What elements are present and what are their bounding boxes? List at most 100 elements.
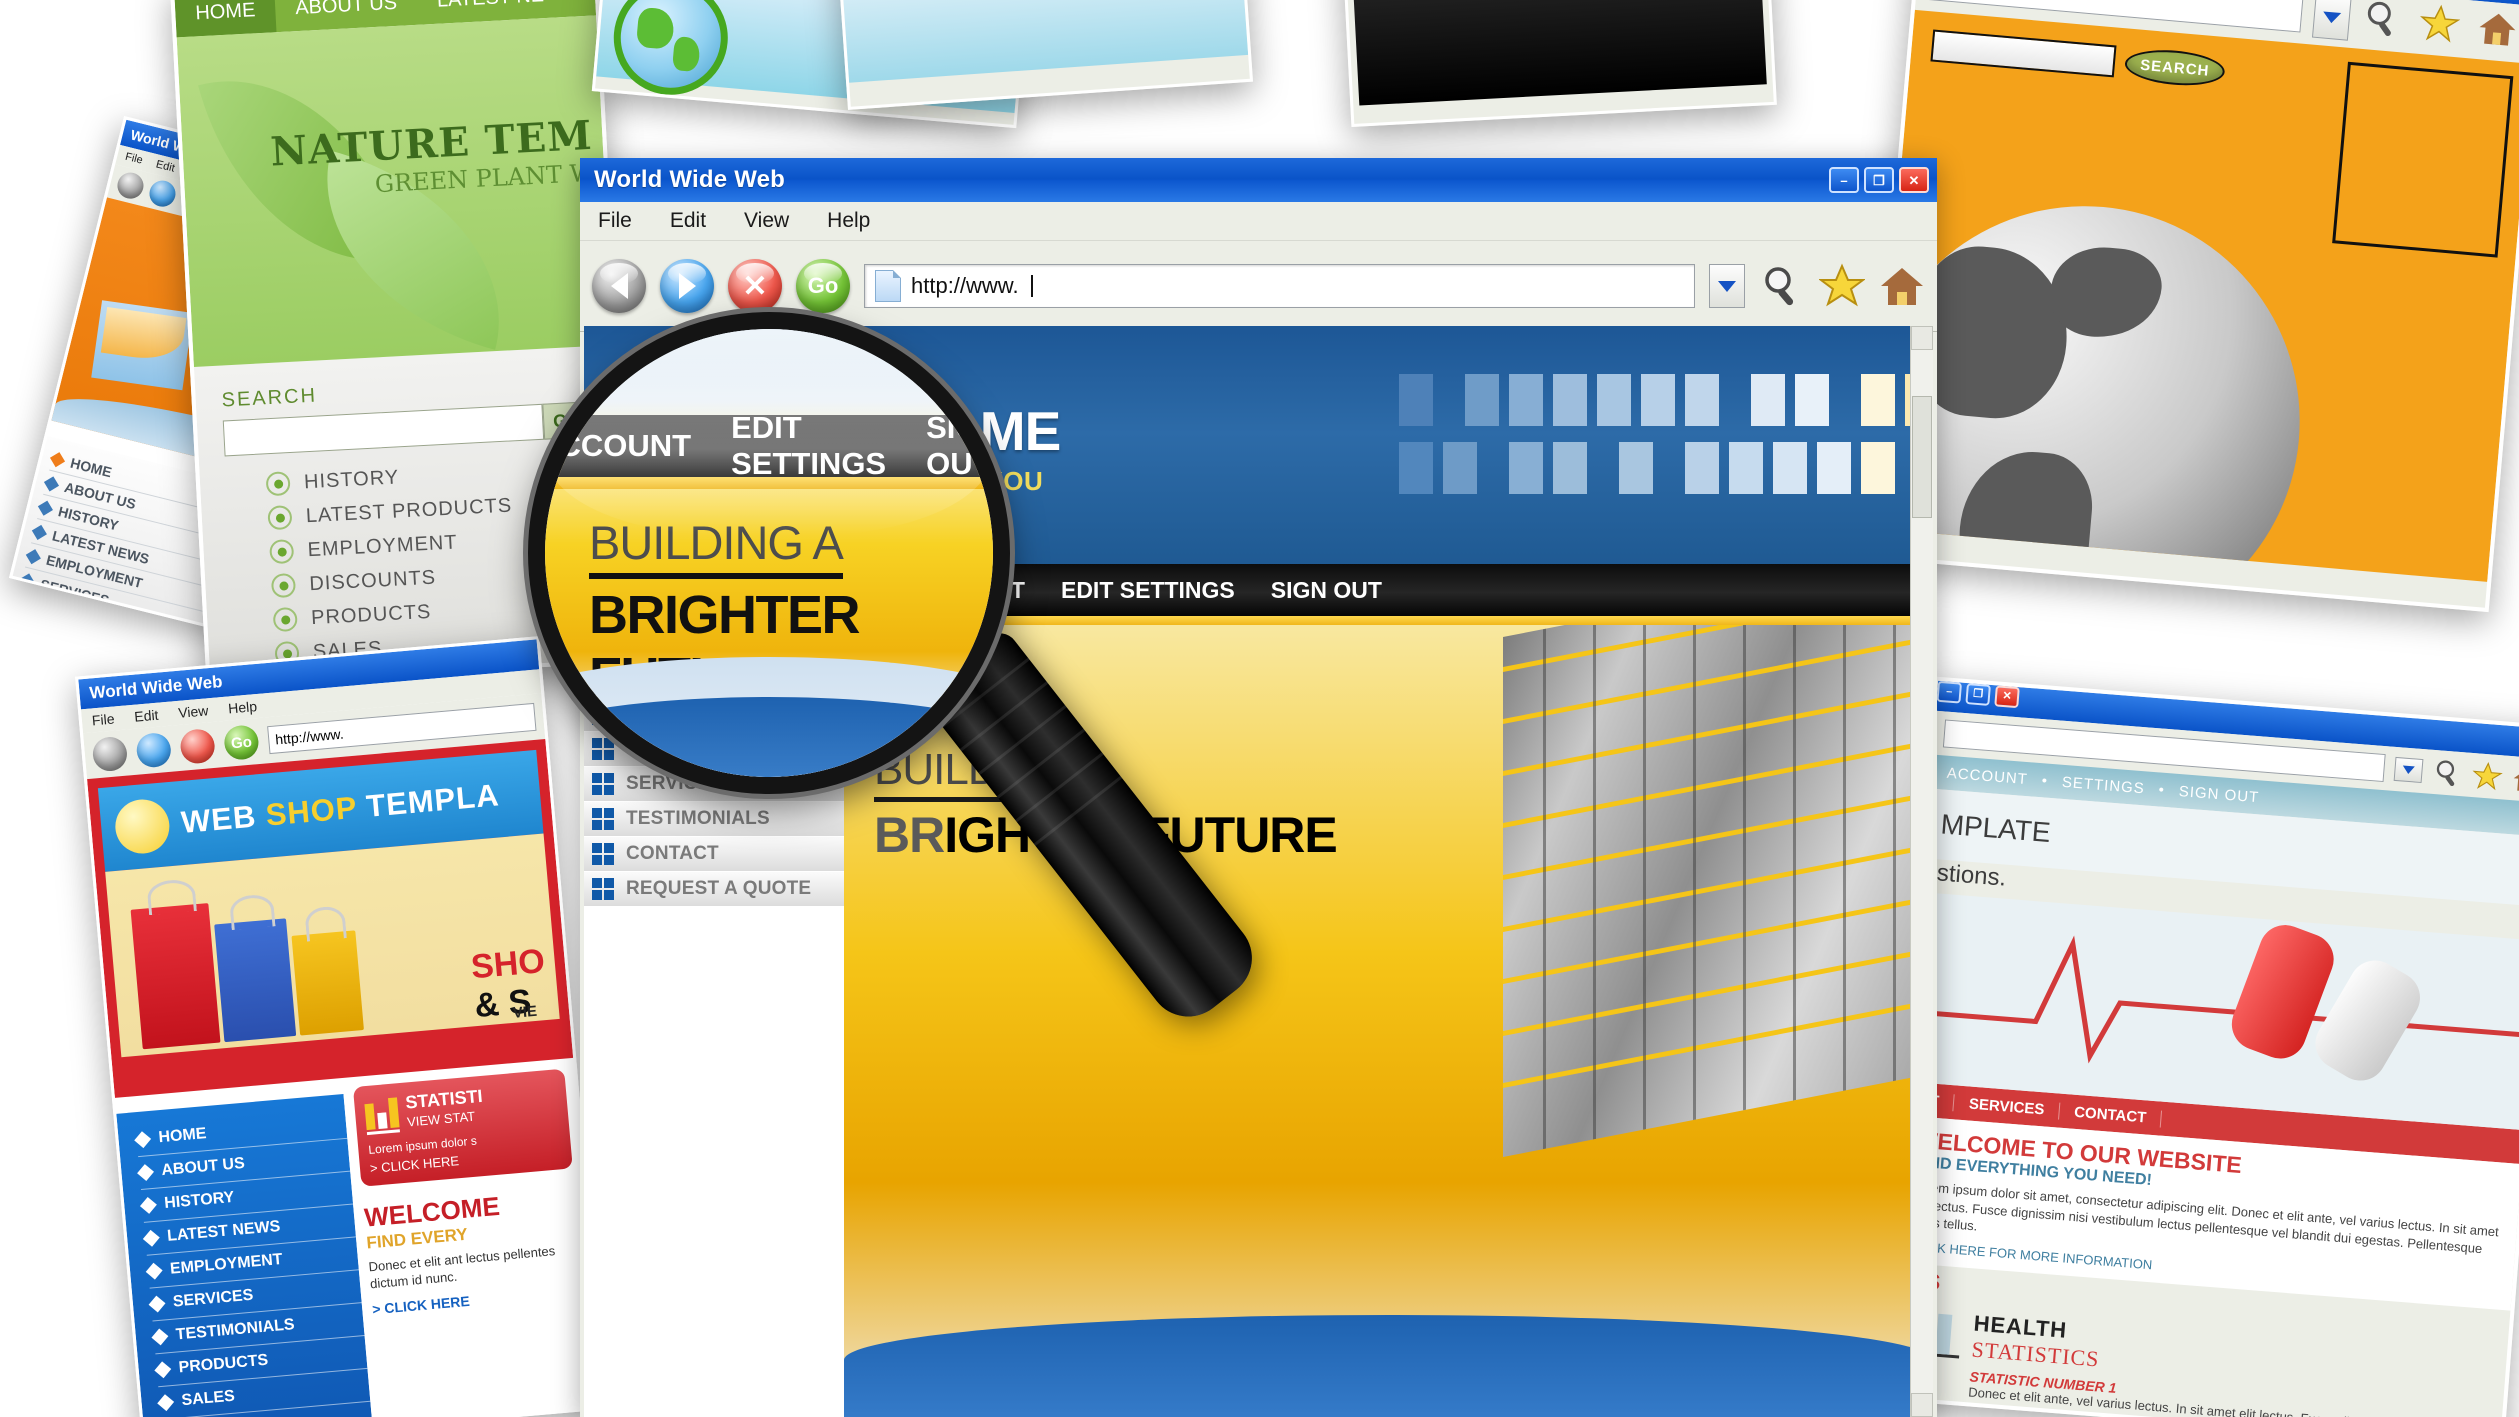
diamond-bullet-icon [151, 1328, 169, 1346]
stop-button[interactable] [179, 727, 217, 765]
list-item-label: SERVICES [172, 1286, 255, 1311]
nav-item[interactable]: SERVICES [1954, 1093, 2060, 1120]
forward-arrow-icon [660, 259, 714, 313]
search-icon[interactable] [2360, 0, 2410, 47]
welcome-block: WELCOME FIND EVERY Donec et elit ant lec… [363, 1184, 584, 1317]
minimize-button[interactable]: – [1829, 167, 1859, 193]
home-icon[interactable] [2511, 763, 2519, 795]
title-bar: World Wide Web – ❐ ✕ [580, 158, 1937, 202]
minimize-button[interactable]: – [1936, 680, 1963, 704]
shop-template-window[interactable]: World Wide Web File Edit View Help Go ht… [75, 636, 607, 1417]
decorative-shape-inner [100, 306, 187, 364]
stop-button[interactable]: ✕ [728, 259, 782, 313]
back-arrow-icon [592, 259, 646, 313]
diamond-bullet-icon [19, 572, 35, 588]
nav-label: CONTACT [626, 843, 719, 864]
edit-settings-link[interactable]: EDIT SETTINGS [1061, 577, 1235, 604]
nav-label: TESTIMONIALS [626, 808, 770, 829]
scroll-up-arrow[interactable] [1911, 326, 1933, 350]
building-graphic [1503, 625, 1933, 1157]
scrollbar-thumb[interactable] [1912, 396, 1932, 518]
address-value: http://www. [911, 273, 1019, 298]
maximize-button[interactable]: ❐ [1965, 683, 1991, 706]
banner-squares-decoration [1399, 374, 1933, 502]
diamond-bullet-icon [37, 500, 54, 516]
back-button[interactable] [592, 259, 646, 313]
list-item-label: EMPLOYMENT [307, 530, 459, 561]
settings-link[interactable]: SETTINGS [2061, 773, 2145, 796]
list-item-label: HISTORY [303, 465, 400, 493]
list-item-label: LATEST NEWS [166, 1218, 281, 1245]
close-button[interactable]: ✕ [1994, 685, 2020, 709]
close-button[interactable]: ✕ [1899, 167, 1929, 193]
top-browser-window-2[interactable]: Help [1339, 0, 1777, 127]
view-link[interactable]: VIE [512, 1003, 538, 1022]
search-input[interactable] [222, 403, 545, 457]
sidebar-item-testimonials[interactable]: TESTIMONIALS [584, 802, 844, 837]
sale-line-1: SHO [469, 942, 547, 987]
radio-bullet-icon [265, 471, 291, 497]
forward-button[interactable] [660, 259, 714, 313]
magnifying-glass[interactable]: ACCOUNT EDIT SETTINGS SIGN OUT BUILDING … [528, 312, 1010, 794]
chevron-down-icon[interactable] [2311, 0, 2352, 41]
stat-sub: VIEW STAT [406, 1108, 476, 1130]
desktop-scene: World Wide Web File Edit View Help http:… [0, 0, 2519, 1417]
list-item-label: ABOUT US [160, 1154, 246, 1180]
diamond-bullet-icon [44, 475, 60, 491]
diamond-bullet-icon [13, 597, 29, 613]
top-browser-window-3[interactable]: Go http://www. [832, 0, 1254, 110]
favorites-star-icon[interactable] [2471, 760, 2503, 792]
go-label: Go [807, 273, 839, 298]
chevron-down-icon[interactable] [2393, 756, 2424, 784]
search-button[interactable]: SEARCH [2123, 46, 2227, 90]
diamond-bullet-icon [25, 548, 41, 564]
menu-view[interactable]: View [178, 702, 209, 721]
diamond-bullet-icon [137, 1164, 154, 1181]
menu-edit[interactable]: Edit [155, 158, 176, 174]
favorites-star-icon[interactable] [2417, 2, 2467, 52]
menu-edit[interactable]: Edit [134, 707, 159, 725]
shop-hero: WEB SHOP TEMPLA SHO & S VIE [87, 739, 574, 1098]
search-icon[interactable] [2431, 757, 2463, 789]
address-bar[interactable]: http://www. [864, 264, 1695, 308]
account-link[interactable]: ACCOUNT [1946, 764, 2028, 787]
grid-icon [592, 878, 614, 900]
home-icon[interactable] [1879, 263, 1925, 309]
nature-nav-news[interactable]: LATEST NE [416, 0, 564, 13]
menu-file[interactable]: File [124, 151, 144, 167]
sidebar-item-request-a-quote[interactable]: REQUEST A QUOTE [584, 872, 844, 907]
back-button[interactable] [114, 169, 147, 202]
nature-nav-home[interactable]: HOME [174, 0, 277, 38]
search-input[interactable] [1930, 29, 2117, 78]
menu-view[interactable]: View [744, 209, 789, 233]
globe-icon [609, 0, 733, 100]
diamond-bullet-icon [157, 1394, 175, 1412]
menu-file[interactable]: File [91, 711, 115, 729]
back-button[interactable] [91, 735, 129, 773]
chevron-down-icon[interactable] [1709, 264, 1745, 308]
nature-nav-about[interactable]: ABOUT US [275, 0, 418, 21]
home-icon[interactable] [2475, 7, 2519, 57]
globe-template-window[interactable]: – ❐ ✕ SEARCH [1862, 0, 2519, 613]
signout-link[interactable]: SIGN OUT [2178, 783, 2260, 806]
scroll-down-arrow[interactable] [1911, 1393, 1933, 1417]
forward-button[interactable] [135, 731, 173, 769]
nav-item[interactable]: CONTACT [2059, 1102, 2162, 1128]
sign-out-link[interactable]: SIGN OUT [1271, 577, 1382, 604]
favorites-star-icon[interactable] [1818, 263, 1866, 309]
go-button[interactable]: Go [223, 724, 260, 761]
menu-file[interactable]: File [598, 209, 632, 233]
forward-button[interactable] [146, 177, 179, 210]
go-button[interactable]: Go [796, 259, 850, 313]
menu-help[interactable]: Help [228, 698, 258, 716]
vertical-scrollbar[interactable] [1910, 326, 1933, 1417]
list-item-label: DISCOUNTS [308, 566, 437, 595]
maximize-button[interactable]: ❐ [1864, 167, 1894, 193]
menu-edit[interactable]: Edit [670, 209, 706, 233]
menu-help[interactable]: Help [827, 209, 870, 233]
health-template-window[interactable]: – ❐ ✕ ACCOUNT • SETTINGS • SIGN OUT MPLATE… [1877, 676, 2519, 1417]
sidebar-item-contact[interactable]: CONTACT [584, 837, 844, 872]
statistics-box[interactable]: STATISTI VIEW STAT Lorem ipsum dolor s >… [352, 1068, 573, 1187]
search-icon[interactable] [1759, 263, 1805, 309]
decorative-shape [91, 300, 194, 391]
